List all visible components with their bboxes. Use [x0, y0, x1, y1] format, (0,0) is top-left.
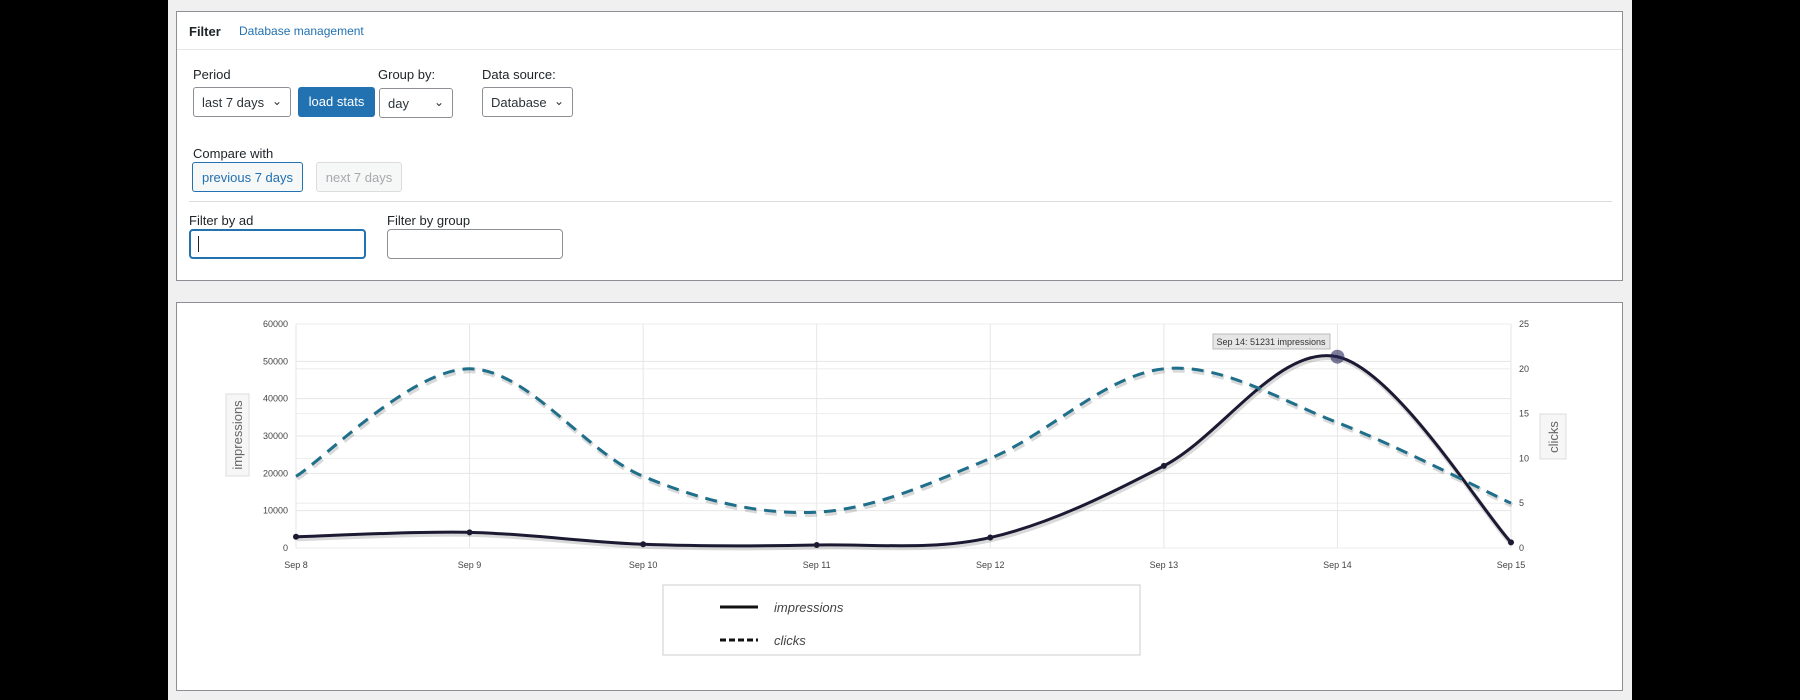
data-source-value: Database [491, 95, 547, 110]
tab-database-management[interactable]: Database management [239, 24, 364, 38]
load-stats-button[interactable]: load stats [298, 87, 375, 117]
y-tick-label: 30000 [263, 431, 288, 441]
y2-tick-label: 5 [1519, 498, 1524, 508]
y-tick-label: 10000 [263, 506, 288, 516]
compare-with-label: Compare with [193, 146, 274, 161]
chevron-down-icon: ⌄ [553, 94, 564, 108]
y-tick-label: 50000 [263, 356, 288, 366]
series-line-clicks [295, 366, 1512, 515]
y2-tick-label: 10 [1519, 453, 1529, 463]
previous-7-days-button[interactable]: previous 7 days [192, 162, 303, 192]
legend-box [662, 584, 1141, 656]
legend-label: clicks [774, 633, 806, 648]
filter-by-ad-label: Filter by ad [189, 213, 254, 228]
y2-tick-label: 0 [1519, 543, 1524, 553]
tooltip-text: Sep 14: 51231 impressions [1216, 337, 1326, 347]
y2-axis-label: clicks [1546, 421, 1561, 453]
filter-panel: Filter Database management Period last 7… [176, 11, 1623, 281]
text-cursor [198, 236, 199, 252]
data-point [293, 533, 299, 540]
filter-by-ad-input[interactable] [189, 229, 366, 259]
data-point [1330, 349, 1345, 364]
page: Filter Database management Period last 7… [168, 0, 1632, 700]
next-7-days-button[interactable]: next 7 days [316, 162, 402, 192]
x-tick-label: Sep 10 [629, 560, 658, 570]
y2-tick-label: 25 [1519, 319, 1529, 329]
x-tick-label: Sep 14 [1323, 560, 1352, 570]
data-source-label: Data source: [482, 67, 556, 82]
filter-by-group-input[interactable] [387, 229, 563, 259]
data-point [813, 542, 820, 549]
legend-label: impressions [774, 600, 844, 615]
period-select[interactable]: last 7 days ⌄ [193, 87, 291, 117]
y-axis-label: impressions [230, 400, 245, 470]
data-point [640, 541, 647, 548]
data-point [1508, 539, 1514, 546]
y-tick-label: 20000 [263, 468, 288, 478]
x-tick-label: Sep 8 [284, 560, 308, 570]
series-shadow [296, 355, 1514, 551]
group-by-value: day [388, 96, 409, 111]
divider [189, 201, 1612, 202]
chevron-down-icon: ⌄ [271, 94, 282, 108]
chart-panel: 0 10000 20000 30000 40000 50000 60000 0 5 10 15 20 2… [176, 302, 1623, 691]
data-point [987, 534, 994, 541]
y2-tick-label: 15 [1519, 409, 1529, 419]
x-tick-label: Sep 11 [803, 560, 831, 570]
x-tick-label: Sep 13 [1150, 560, 1179, 570]
y2-tick-label: 20 [1519, 364, 1529, 374]
group-by-select[interactable]: day ⌄ [379, 88, 453, 118]
data-point [1160, 462, 1167, 469]
group-by-label: Group by: [378, 67, 436, 82]
filter-by-group-label: Filter by group [387, 213, 471, 228]
data-point [466, 529, 473, 536]
x-tick-label: Sep 9 [458, 560, 482, 570]
tab-bar: Filter Database management [177, 12, 1622, 50]
y-tick-label: 0 [283, 543, 288, 553]
x-tick-label: Sep 12 [976, 560, 1005, 570]
period-label: Period [193, 67, 231, 82]
stats-chart: 0 10000 20000 30000 40000 50000 60000 0 5 10 15 20 2… [225, 319, 1567, 656]
data-source-select[interactable]: Database ⌄ [482, 87, 573, 117]
period-value: last 7 days [202, 95, 265, 110]
x-tick-label: Sep 15 [1497, 560, 1526, 570]
y-tick-label: 40000 [263, 394, 288, 404]
tab-filter[interactable]: Filter [189, 24, 221, 39]
series-line-impressions [295, 354, 1513, 548]
chevron-down-icon: ⌄ [433, 95, 444, 109]
y-tick-label: 60000 [263, 319, 288, 329]
